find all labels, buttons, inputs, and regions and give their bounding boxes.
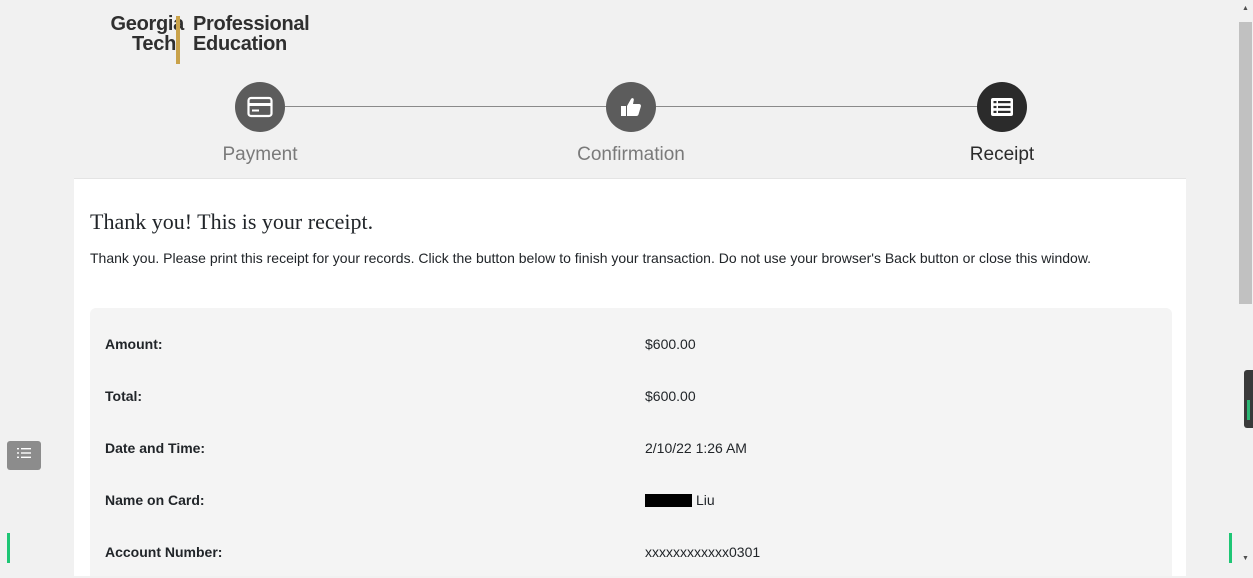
checkout-stepper: Payment Confirmation Receipt — [74, 68, 1186, 183]
sidebar-toggle-button[interactable] — [7, 441, 41, 470]
receipt-card: Thank you! This is your receipt. Thank y… — [74, 178, 1186, 576]
receipt-title: Thank you! This is your receipt. — [90, 209, 374, 234]
detail-value: xxxxxxxxxxxx0301 — [645, 544, 761, 560]
side-widget-indicator — [1247, 400, 1250, 420]
detail-key: Name on Card: — [105, 492, 205, 508]
logo-professional: Professional — [193, 13, 310, 35]
step-payment: Payment — [135, 68, 385, 166]
logo-right: Professional Education — [193, 13, 310, 55]
scroll-down-arrow-icon[interactable]: ▼ — [1238, 550, 1253, 567]
right-green-accent — [1229, 533, 1232, 563]
page-area: Georgia Tech Professional Education Paym… — [0, 8, 1238, 576]
side-widget-tab[interactable] — [1244, 370, 1253, 428]
thumbs-up-icon — [606, 82, 656, 132]
logo-tech: Tech — [132, 33, 176, 55]
receipt-message: Thank you. Please print this receipt for… — [90, 250, 1092, 266]
receipt-details: Amount: $600.00 Total: $600.00 Date and … — [90, 308, 1172, 576]
detail-key: Amount: — [105, 336, 163, 352]
step-label: Payment — [222, 144, 298, 165]
detail-key: Account Number: — [105, 544, 223, 560]
scroll-up-arrow-icon[interactable]: ▲ — [1238, 0, 1253, 17]
step-receipt: Receipt — [877, 68, 1127, 166]
detail-row-account-number: Account Number: xxxxxxxxxxxx0301 — [90, 526, 1172, 578]
logo-education: Education — [193, 33, 287, 55]
vertical-scrollbar[interactable]: ▲ ▼ — [1238, 0, 1253, 567]
logo-divider — [176, 16, 180, 64]
list-icon — [977, 82, 1027, 132]
detail-value: $600.00 — [645, 388, 696, 404]
left-green-accent — [7, 533, 10, 563]
step-label: Confirmation — [577, 144, 685, 165]
redaction-block — [645, 493, 692, 507]
detail-row-total: Total: $600.00 — [90, 370, 1172, 422]
detail-row-date-time: Date and Time: 2/10/22 1:26 AM — [90, 422, 1172, 474]
detail-key: Date and Time: — [105, 440, 206, 456]
scrollbar-thumb[interactable] — [1239, 22, 1252, 304]
logo-georgia: Georgia — [110, 13, 185, 35]
step-label: Receipt — [969, 144, 1035, 165]
card-name: Liu — [696, 492, 715, 508]
detail-value: $600.00 — [645, 336, 696, 352]
detail-row-amount: Amount: $600.00 — [90, 318, 1172, 370]
detail-key: Total: — [105, 388, 143, 404]
detail-row-name-on-card: Name on Card: Liu — [90, 474, 1172, 526]
logo-left: Georgia Tech — [74, 13, 185, 55]
step-confirmation: Confirmation — [506, 68, 756, 166]
detail-value: 2/10/22 1:26 AM — [645, 440, 747, 456]
menu-list-icon — [16, 446, 32, 465]
credit-card-icon — [235, 82, 285, 132]
detail-value-name: Liu — [645, 474, 715, 526]
